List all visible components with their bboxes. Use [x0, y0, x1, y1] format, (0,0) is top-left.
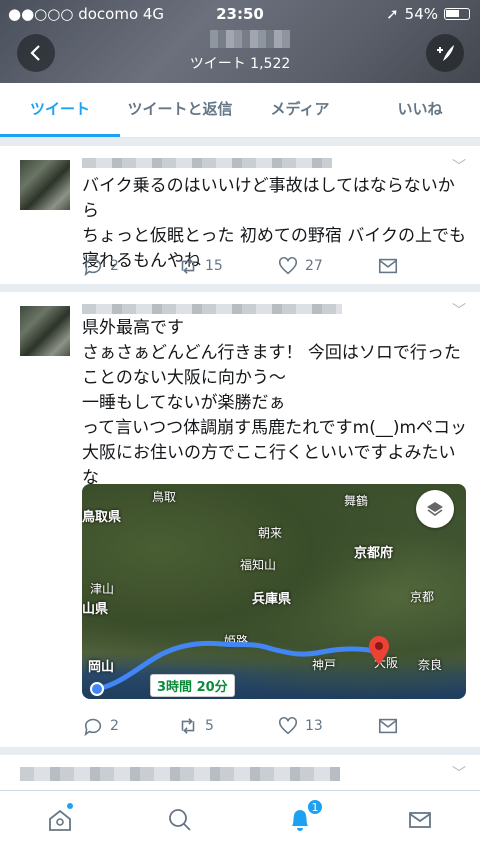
messages-tab[interactable]: [405, 805, 435, 835]
tweet-actions: 2 5 13: [82, 714, 440, 738]
envelope-icon: [409, 812, 431, 828]
author-handle-redacted: [82, 158, 332, 168]
profile-tabs: ツイート ツイートと返信 メディア いいね: [0, 83, 480, 138]
tweet-count: ツイート 1,522: [189, 56, 291, 72]
battery-icon: [444, 8, 470, 20]
like-count: 27: [305, 258, 323, 274]
reply-button[interactable]: 2: [82, 254, 177, 278]
layers-icon: [427, 502, 443, 516]
search-tab[interactable]: [165, 805, 195, 835]
tab-tweets-and-replies[interactable]: ツイートと返信: [120, 83, 240, 137]
battery-percent: 54%: [404, 5, 438, 23]
author-handle-redacted: [82, 304, 342, 314]
notifications-tab[interactable]: 1: [285, 799, 323, 835]
envelope-icon: [378, 718, 398, 734]
envelope-icon: [378, 258, 398, 274]
tweet[interactable]: ﹀: [0, 755, 480, 790]
direct-message-button[interactable]: [377, 254, 399, 278]
retweet-icon: [181, 258, 195, 274]
map-card[interactable]: 鳥取 鳥取県 舞鶴 朝来 京都府 福知山 津山 兵庫県 京都 山県 姫路 岡山 …: [82, 484, 466, 699]
direct-message-button[interactable]: [377, 714, 399, 738]
route-origin-marker: [90, 682, 104, 696]
avatar[interactable]: [20, 306, 70, 356]
heart-icon: [278, 256, 298, 275]
tab-likes[interactable]: いいね: [360, 83, 480, 137]
tweet[interactable]: ﹀ 県外最高です さぁさぁどんどん行きます！ 今回はソロで行った ことのない大阪…: [0, 292, 480, 747]
new-content-dot: [67, 803, 73, 809]
retweet-button[interactable]: 5: [177, 714, 277, 738]
map-pin-icon: [369, 636, 389, 665]
like-button[interactable]: 13: [277, 714, 377, 738]
compose-button[interactable]: [426, 34, 464, 72]
like-button[interactable]: 27: [277, 254, 377, 278]
tweet-actions: 2 15 27: [82, 254, 440, 278]
status-bar: ●●○○○ docomo 4G 23:50 ➚ 54%: [0, 5, 480, 25]
tab-tweets[interactable]: ツイート: [0, 83, 120, 137]
reply-icon: [84, 258, 102, 277]
avatar[interactable]: [20, 160, 70, 210]
route-duration: 3時間 20分: [150, 674, 235, 697]
map-layers-button[interactable]: [416, 490, 454, 528]
route-line: [94, 640, 382, 692]
search-icon: [169, 809, 191, 831]
compose-feather-icon: [437, 45, 454, 61]
retweet-count: 5: [205, 718, 214, 734]
retweet-count: 15: [205, 258, 223, 274]
profile-header: ●●○○○ docomo 4G 23:50 ➚ 54% ツイート 1,522: [0, 0, 480, 83]
notifications-badge: 1: [307, 799, 323, 815]
bottom-navigation: 1: [0, 790, 480, 853]
retweet-button[interactable]: 15: [177, 254, 277, 278]
profile-name-redacted: [210, 30, 290, 48]
location-icon: ➚: [386, 5, 399, 23]
home-icon: [49, 809, 71, 831]
chevron-down-icon[interactable]: ﹀: [452, 763, 466, 783]
home-tab[interactable]: [45, 803, 75, 835]
reply-icon: [84, 718, 102, 737]
reply-button[interactable]: 2: [82, 714, 177, 738]
reply-count: 2: [110, 718, 119, 734]
tweet[interactable]: ﹀ バイク乗るのはいいけど事故はしてはならないから ちょっと仮眠とった 初めての…: [0, 146, 480, 284]
chevron-down-icon[interactable]: ﹀: [452, 156, 466, 176]
retweet-icon: [181, 718, 195, 734]
reply-count: 2: [110, 258, 119, 274]
like-count: 13: [305, 718, 323, 734]
tab-media[interactable]: メディア: [240, 83, 360, 137]
author-handle-redacted: [20, 767, 340, 781]
heart-icon: [278, 716, 298, 735]
